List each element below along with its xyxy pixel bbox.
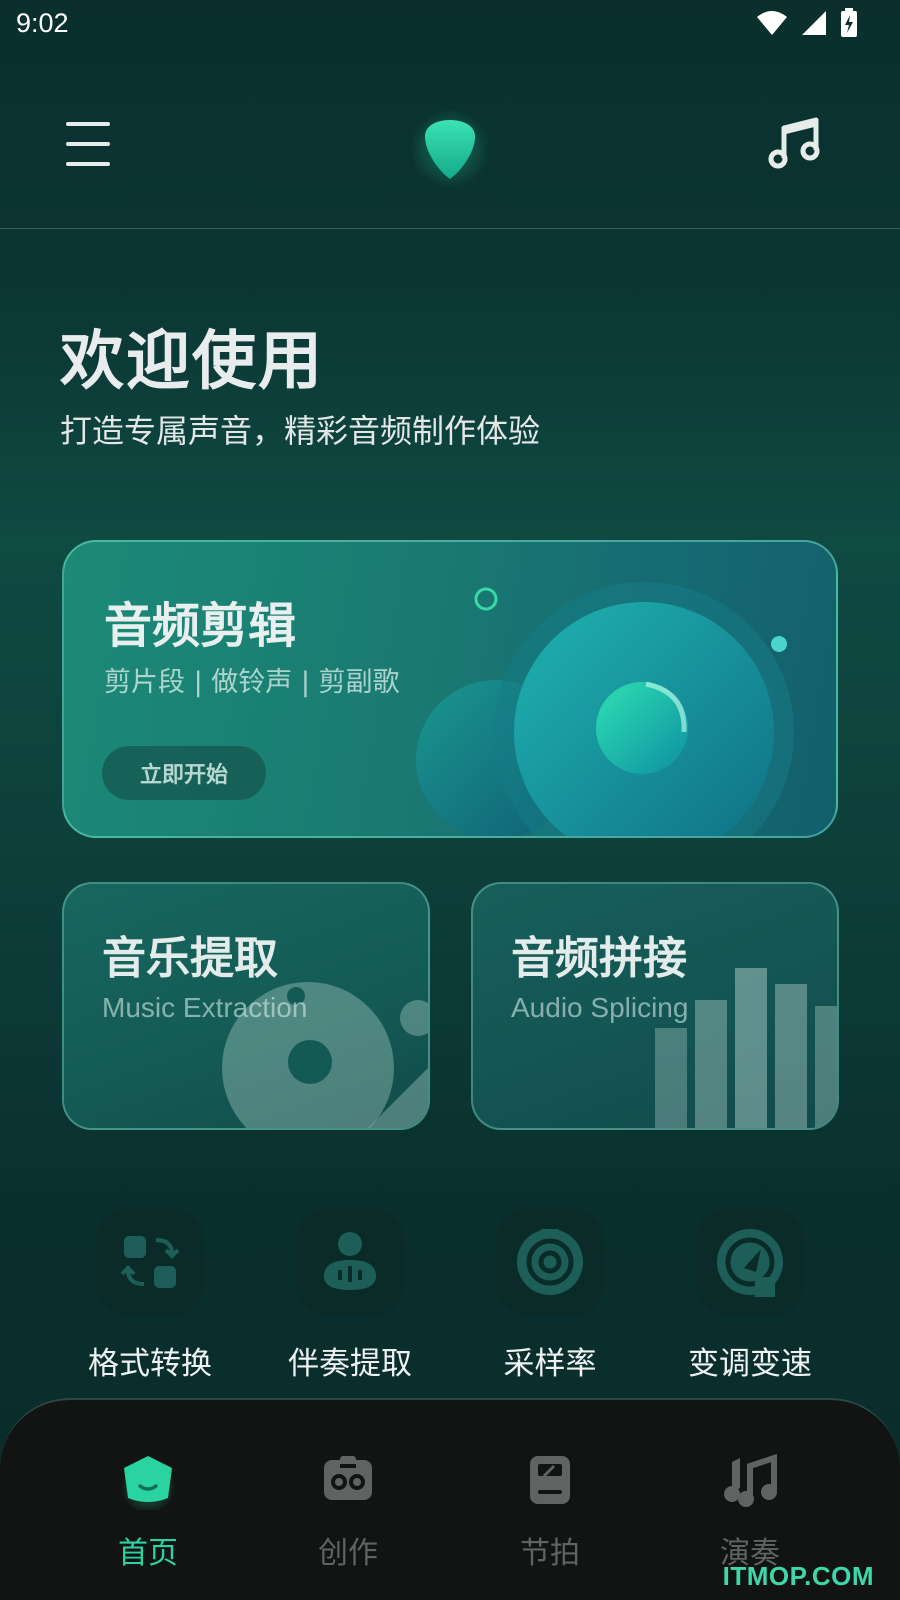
tool-label: 采样率 (503, 1346, 597, 1382)
create-icon (324, 1456, 372, 1500)
audio-edit-title: 音频剪辑 (104, 598, 297, 654)
nav-create[interactable]: 创作 (268, 1450, 428, 1572)
home-icon (120, 1456, 176, 1510)
welcome-title: 欢迎使用 (60, 325, 324, 399)
disc-illustration (416, 582, 794, 836)
start-now-button[interactable]: 立即开始 (102, 746, 266, 800)
accompaniment-extract-icon (324, 1232, 376, 1290)
nav-home[interactable]: 首页 (68, 1450, 228, 1572)
music-extraction-title: 音乐提取 (102, 933, 278, 984)
audio-splicing-subtitle: Audio Splicing (511, 992, 689, 1023)
audio-edit-subtitle: 剪片段 | 做铃声 | 剪副歌 (104, 667, 400, 698)
music-extraction-card[interactable]: 音乐提取 Music Extraction (62, 882, 430, 1130)
beat-icon (530, 1456, 570, 1504)
top-bar (0, 90, 900, 230)
status-bar: 9:02 (0, 0, 900, 50)
status-time: 9:02 (16, 8, 69, 38)
sample-rate-icon (517, 1229, 583, 1295)
signal-icon (802, 11, 826, 35)
audio-edit-card[interactable]: 音频剪辑 剪片段 | 做铃声 | 剪副歌 立即开始 (62, 540, 838, 838)
music-extraction-subtitle: Music Extraction (102, 992, 308, 1023)
format-convert-icon (120, 1236, 180, 1288)
app-logo (410, 108, 490, 188)
hamburger-menu-icon (66, 122, 110, 126)
shield-pick-logo (410, 108, 490, 188)
menu-button[interactable] (64, 120, 112, 168)
quick-tools: 格式转换 伴奏提取 采样率 变调变速 (0, 1208, 900, 1382)
battery-icon (841, 8, 857, 37)
tool-format-convert[interactable]: 格式转换 (50, 1208, 250, 1383)
tool-pitch-speed[interactable]: 变调变速 (650, 1208, 850, 1383)
nav-label: 首页 (118, 1536, 178, 1571)
nav-label: 创作 (318, 1536, 378, 1571)
tool-label: 伴奏提取 (288, 1346, 412, 1382)
tool-label: 变调变速 (688, 1346, 812, 1382)
nav-label: 节拍 (520, 1536, 580, 1571)
tool-accompaniment[interactable]: 伴奏提取 (250, 1208, 450, 1383)
nav-beat[interactable]: 节拍 (470, 1450, 630, 1572)
music-library-button[interactable] (766, 114, 824, 172)
pitch-speed-icon (717, 1229, 783, 1297)
header-divider (0, 228, 900, 229)
watermark: ITMOP.COM (722, 1561, 874, 1591)
tool-label: 格式转换 (88, 1346, 212, 1382)
wifi-icon (757, 11, 787, 35)
audio-splicing-title: 音频拼接 (511, 933, 687, 984)
status-icons (756, 8, 858, 38)
welcome-subtitle: 打造专属声音，精彩音频制作体验 (60, 412, 541, 450)
music-note-icon (768, 117, 820, 169)
perform-icon (724, 1453, 777, 1507)
nav-perform[interactable]: 演奏 (670, 1450, 830, 1572)
audio-splicing-card[interactable]: 音频拼接 Audio Splicing (471, 882, 839, 1130)
bottom-nav: 首页 创作 节拍 演奏 ITMOP.COM (0, 1398, 900, 1600)
tool-sample-rate[interactable]: 采样率 (450, 1208, 650, 1383)
